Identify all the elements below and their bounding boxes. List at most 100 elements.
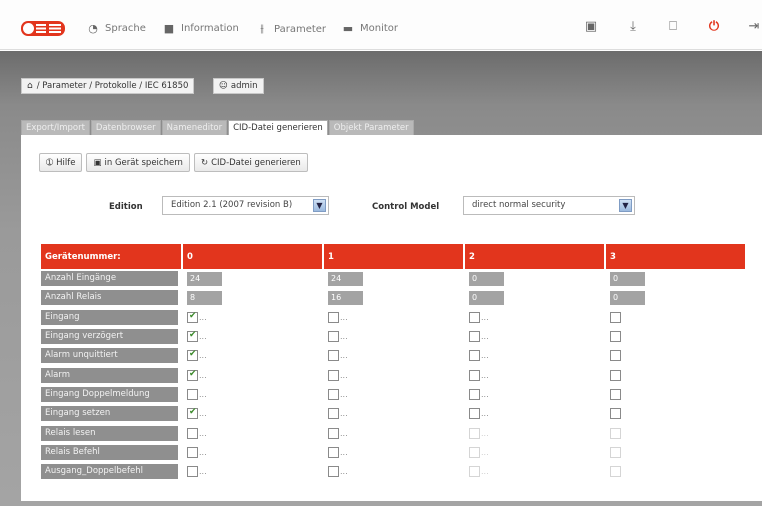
- options-ellipsis[interactable]: ...: [199, 448, 207, 457]
- options-ellipsis[interactable]: ...: [199, 351, 207, 360]
- checkbox[interactable]: [610, 331, 621, 343]
- number-input[interactable]: 8: [187, 290, 222, 305]
- checkbox[interactable]: [469, 311, 480, 323]
- options-ellipsis[interactable]: ...: [199, 429, 207, 438]
- checkbox-cell: [605, 346, 747, 366]
- checkbox[interactable]: [469, 350, 480, 362]
- nav-parameter[interactable]: ⫲ Parameter: [256, 22, 326, 36]
- nav-monitor[interactable]: ▬ Monitor: [342, 22, 398, 35]
- save-button-label: in Gerät speichern: [104, 157, 183, 168]
- checkbox[interactable]: [469, 408, 480, 420]
- edition-select[interactable]: Edition 2.1 (2007 revision B) ▼: [162, 196, 329, 215]
- checkbox[interactable]: [187, 388, 198, 400]
- checkbox[interactable]: [610, 369, 621, 381]
- checkbox[interactable]: [187, 407, 198, 420]
- nav-sprache[interactable]: ◔ Sprache: [87, 22, 146, 35]
- checkbox[interactable]: [469, 388, 480, 400]
- checkbox-cell: [605, 461, 747, 482]
- number-input[interactable]: 0: [610, 290, 645, 305]
- number-input[interactable]: 0: [469, 290, 504, 305]
- options-ellipsis[interactable]: ...: [481, 313, 489, 322]
- checkbox[interactable]: [610, 408, 621, 420]
- header-col-2: 2: [464, 244, 606, 269]
- checkbox-cell: ...: [182, 365, 324, 385]
- checkbox[interactable]: [328, 369, 339, 381]
- generate-cid-button[interactable]: ↻ CID-Datei generieren: [193, 153, 308, 172]
- checkbox[interactable]: [187, 311, 198, 323]
- trash-icon[interactable]: ⎕: [665, 19, 681, 34]
- checkbox[interactable]: [469, 369, 480, 381]
- refresh-icon: ↻: [200, 157, 209, 168]
- options-ellipsis[interactable]: ...: [199, 332, 207, 341]
- checkbox[interactable]: [328, 446, 339, 458]
- checkbox[interactable]: [469, 331, 480, 343]
- options-ellipsis[interactable]: ...: [481, 390, 489, 399]
- options-ellipsis[interactable]: ...: [481, 409, 489, 418]
- nav-information[interactable]: ■ Information: [163, 22, 239, 35]
- download-icon[interactable]: ⤓: [625, 19, 641, 34]
- checkbox[interactable]: [610, 311, 621, 323]
- options-ellipsis[interactable]: ...: [340, 332, 348, 341]
- checkbox[interactable]: [328, 408, 339, 420]
- value-cell: 0: [605, 288, 747, 308]
- checkbox[interactable]: [328, 388, 339, 400]
- checkbox[interactable]: [328, 311, 339, 323]
- user-badge[interactable]: ☺ admin: [213, 78, 264, 94]
- value-cell: 0: [605, 269, 747, 289]
- options-ellipsis[interactable]: ...: [340, 371, 348, 380]
- checkbox-cell: ...: [182, 326, 324, 347]
- options-ellipsis[interactable]: ...: [340, 467, 348, 476]
- checkbox[interactable]: [328, 427, 339, 439]
- power-icon[interactable]: ⏻: [706, 19, 722, 34]
- save-icon[interactable]: ▣: [583, 19, 599, 34]
- checkbox[interactable]: [610, 388, 621, 400]
- control-model-select[interactable]: direct normal security ▼: [463, 196, 635, 215]
- options-ellipsis[interactable]: ...: [481, 371, 489, 380]
- options-ellipsis[interactable]: ...: [340, 429, 348, 438]
- options-ellipsis: ...: [481, 447, 489, 457]
- options-ellipsis[interactable]: ...: [199, 371, 207, 380]
- options-ellipsis[interactable]: ...: [481, 351, 489, 360]
- checkbox[interactable]: [187, 330, 198, 343]
- save-to-device-button[interactable]: ▣ in Gerät speichern: [86, 153, 190, 172]
- options-ellipsis[interactable]: ...: [340, 313, 348, 322]
- table-row: Anzahl Eingänge 24 24 0 0: [41, 269, 747, 289]
- options-ellipsis[interactable]: ...: [340, 390, 348, 399]
- help-button[interactable]: ➀ Hilfe: [39, 153, 83, 172]
- options-ellipsis[interactable]: ...: [199, 313, 207, 322]
- tab-cid-datei-generieren[interactable]: CID-Datei generieren: [228, 120, 328, 136]
- checkbox[interactable]: [187, 349, 198, 362]
- options-ellipsis[interactable]: ...: [340, 351, 348, 360]
- tab-nameneditor[interactable]: Nameneditor: [161, 120, 228, 135]
- options-ellipsis[interactable]: ...: [199, 390, 207, 399]
- table-row: Eingang.........: [41, 307, 747, 327]
- sliders-icon: ⫲: [260, 22, 264, 35]
- number-input[interactable]: 24: [328, 271, 363, 286]
- checkbox[interactable]: [328, 466, 339, 478]
- options-ellipsis[interactable]: ...: [199, 467, 207, 476]
- options-ellipsis[interactable]: ...: [340, 448, 348, 457]
- checkbox: [469, 446, 480, 458]
- tab-datenbrowser[interactable]: Datenbrowser: [90, 120, 161, 135]
- tab-export-import[interactable]: Export/Import: [21, 120, 90, 135]
- checkbox[interactable]: [328, 350, 339, 362]
- options-ellipsis[interactable]: ...: [481, 332, 489, 341]
- number-input[interactable]: 0: [610, 271, 645, 286]
- tab-objekt-parameter[interactable]: Objekt Parameter: [328, 120, 414, 135]
- home-icon[interactable]: ⌂: [27, 81, 33, 91]
- ees-logo[interactable]: [21, 21, 65, 36]
- number-input[interactable]: 16: [328, 290, 363, 305]
- number-input[interactable]: 24: [187, 271, 222, 286]
- checkbox[interactable]: [610, 350, 621, 362]
- row-label: Eingang: [41, 309, 178, 325]
- checkbox[interactable]: [187, 427, 198, 439]
- checkbox[interactable]: [187, 446, 198, 458]
- logout-icon[interactable]: ⇥: [746, 19, 762, 34]
- number-input[interactable]: 0: [469, 271, 504, 286]
- breadcrumb-text[interactable]: / Parameter / Protokolle / IEC 61850: [37, 81, 189, 91]
- checkbox[interactable]: [187, 466, 198, 478]
- options-ellipsis[interactable]: ...: [199, 409, 207, 418]
- checkbox[interactable]: [328, 331, 339, 343]
- options-ellipsis[interactable]: ...: [340, 409, 348, 418]
- checkbox[interactable]: [187, 369, 198, 381]
